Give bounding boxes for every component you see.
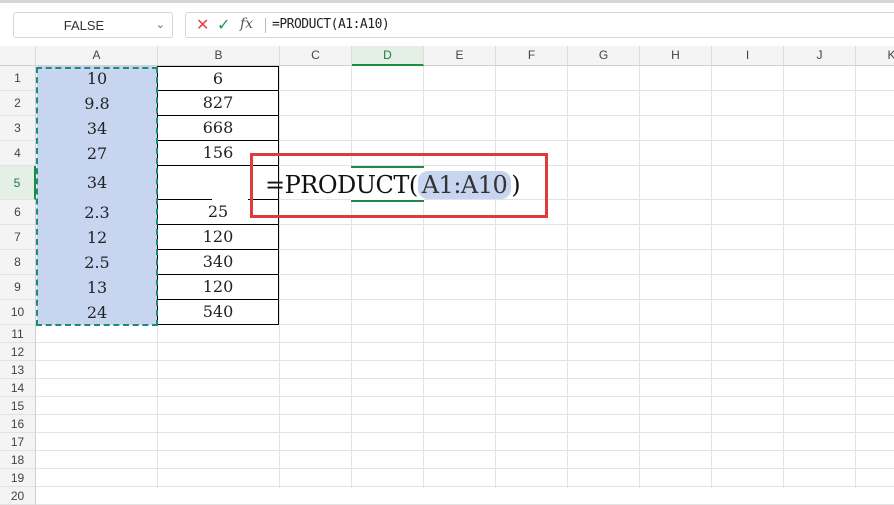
- row-header-15[interactable]: 15: [0, 397, 36, 415]
- row-header-2[interactable]: 2: [0, 91, 36, 116]
- column-header-b[interactable]: B: [158, 46, 280, 66]
- row-header-3[interactable]: 3: [0, 116, 36, 141]
- sheet-grid[interactable]: 109.83427342.3122.5132468276681562251203…: [36, 66, 894, 505]
- cell-b2[interactable]: 827: [157, 90, 279, 116]
- row-header-14[interactable]: 14: [0, 379, 36, 397]
- cell-a6[interactable]: 2.3: [37, 200, 157, 225]
- formula-toolbar: FALSE ⌄ ✕ ✓ fx =PRODUCT(A1:A10): [0, 0, 894, 46]
- grid-row-line: [36, 396, 894, 397]
- cell-a3[interactable]: 34: [37, 116, 157, 141]
- cell-b1[interactable]: 6: [157, 66, 279, 91]
- row-header-6[interactable]: 6: [0, 200, 36, 225]
- grid-column-line: [711, 66, 712, 488]
- grid-row-line: [36, 342, 894, 343]
- row-header-7[interactable]: 7: [0, 225, 36, 250]
- row-header-8[interactable]: 8: [0, 250, 36, 275]
- top-divider: [0, 0, 894, 3]
- grid-column-line: [783, 66, 784, 488]
- column-header-a[interactable]: A: [36, 46, 158, 66]
- column-header-g[interactable]: G: [568, 46, 640, 66]
- row-header-13[interactable]: 13: [0, 361, 36, 379]
- column-header-h[interactable]: H: [640, 46, 712, 66]
- grid-row-line: [36, 432, 894, 433]
- grid-row-line: [36, 450, 894, 451]
- column-header-i[interactable]: I: [712, 46, 784, 66]
- range-reference[interactable]: A1:A10: [417, 171, 512, 199]
- cell-a10[interactable]: 24: [37, 300, 157, 325]
- cell-b7[interactable]: 120: [157, 224, 279, 250]
- name-box[interactable]: FALSE ⌄: [13, 12, 173, 38]
- cell-a7[interactable]: 12: [37, 225, 157, 250]
- column-header-e[interactable]: E: [424, 46, 496, 66]
- cell-a2[interactable]: 9.8: [37, 91, 157, 116]
- grid-row-line: [36, 414, 894, 415]
- row-header-12[interactable]: 12: [0, 343, 36, 361]
- cell-a1[interactable]: 10: [37, 66, 157, 91]
- row-header-19[interactable]: 19: [0, 469, 36, 487]
- cell-a4[interactable]: 27: [37, 141, 157, 166]
- grid-column-line: [279, 66, 280, 488]
- grid-row-line: [36, 486, 894, 487]
- formula-bar[interactable]: ✕ ✓ fx =PRODUCT(A1:A10): [185, 12, 894, 38]
- row-header-20[interactable]: 20: [0, 487, 36, 505]
- cell-b5-overlap: [212, 172, 248, 200]
- row-header-10[interactable]: 10: [0, 300, 36, 325]
- row-header-18[interactable]: 18: [0, 451, 36, 469]
- row-header-9[interactable]: 9: [0, 275, 36, 300]
- row-header-11[interactable]: 11: [0, 325, 36, 343]
- formula-bar-separator: [265, 18, 266, 33]
- column-header-f[interactable]: F: [496, 46, 568, 66]
- function-icon[interactable]: fx: [240, 16, 253, 32]
- grid-column-line: [567, 66, 568, 488]
- row-header-4[interactable]: 4: [0, 141, 36, 166]
- column-header-d[interactable]: D: [352, 46, 424, 66]
- row-header-1[interactable]: 1: [0, 66, 36, 91]
- select-all-corner[interactable]: [0, 46, 36, 66]
- grid-row-line: [36, 468, 894, 469]
- cell-a9[interactable]: 13: [37, 275, 157, 300]
- grid-column-line: [639, 66, 640, 488]
- grid-column-line: [855, 66, 856, 488]
- formula-prefix: =PRODUCT(: [265, 171, 418, 199]
- cell-b10[interactable]: 540: [157, 299, 279, 325]
- grid-row-line: [36, 378, 894, 379]
- formula-suffix: ): [511, 171, 521, 199]
- cell-a5[interactable]: 34: [37, 166, 157, 200]
- close-icon[interactable]: ✕: [196, 15, 209, 35]
- cell-b9[interactable]: 120: [157, 274, 279, 300]
- grid-row-line: [36, 360, 894, 361]
- in-cell-formula[interactable]: =PRODUCT(A1:A10): [265, 171, 521, 199]
- column-header-c[interactable]: C: [280, 46, 352, 66]
- row-header-17[interactable]: 17: [0, 433, 36, 451]
- chevron-down-icon[interactable]: ⌄: [156, 18, 165, 31]
- row-header-16[interactable]: 16: [0, 415, 36, 433]
- formula-input[interactable]: =PRODUCT(A1:A10): [272, 17, 390, 32]
- cell-b8[interactable]: 340: [157, 249, 279, 275]
- grid-column-line: [495, 66, 496, 488]
- name-box-value: FALSE: [63, 18, 105, 33]
- grid-column-line: [351, 66, 352, 488]
- column-header-j[interactable]: J: [784, 46, 856, 66]
- row-header-5[interactable]: 5: [0, 166, 36, 200]
- cell-a8[interactable]: 2.5: [37, 250, 157, 275]
- check-icon[interactable]: ✓: [217, 15, 230, 35]
- grid-column-line: [423, 66, 424, 488]
- cell-b3[interactable]: 668: [157, 115, 279, 141]
- column-header-k[interactable]: K: [856, 46, 894, 66]
